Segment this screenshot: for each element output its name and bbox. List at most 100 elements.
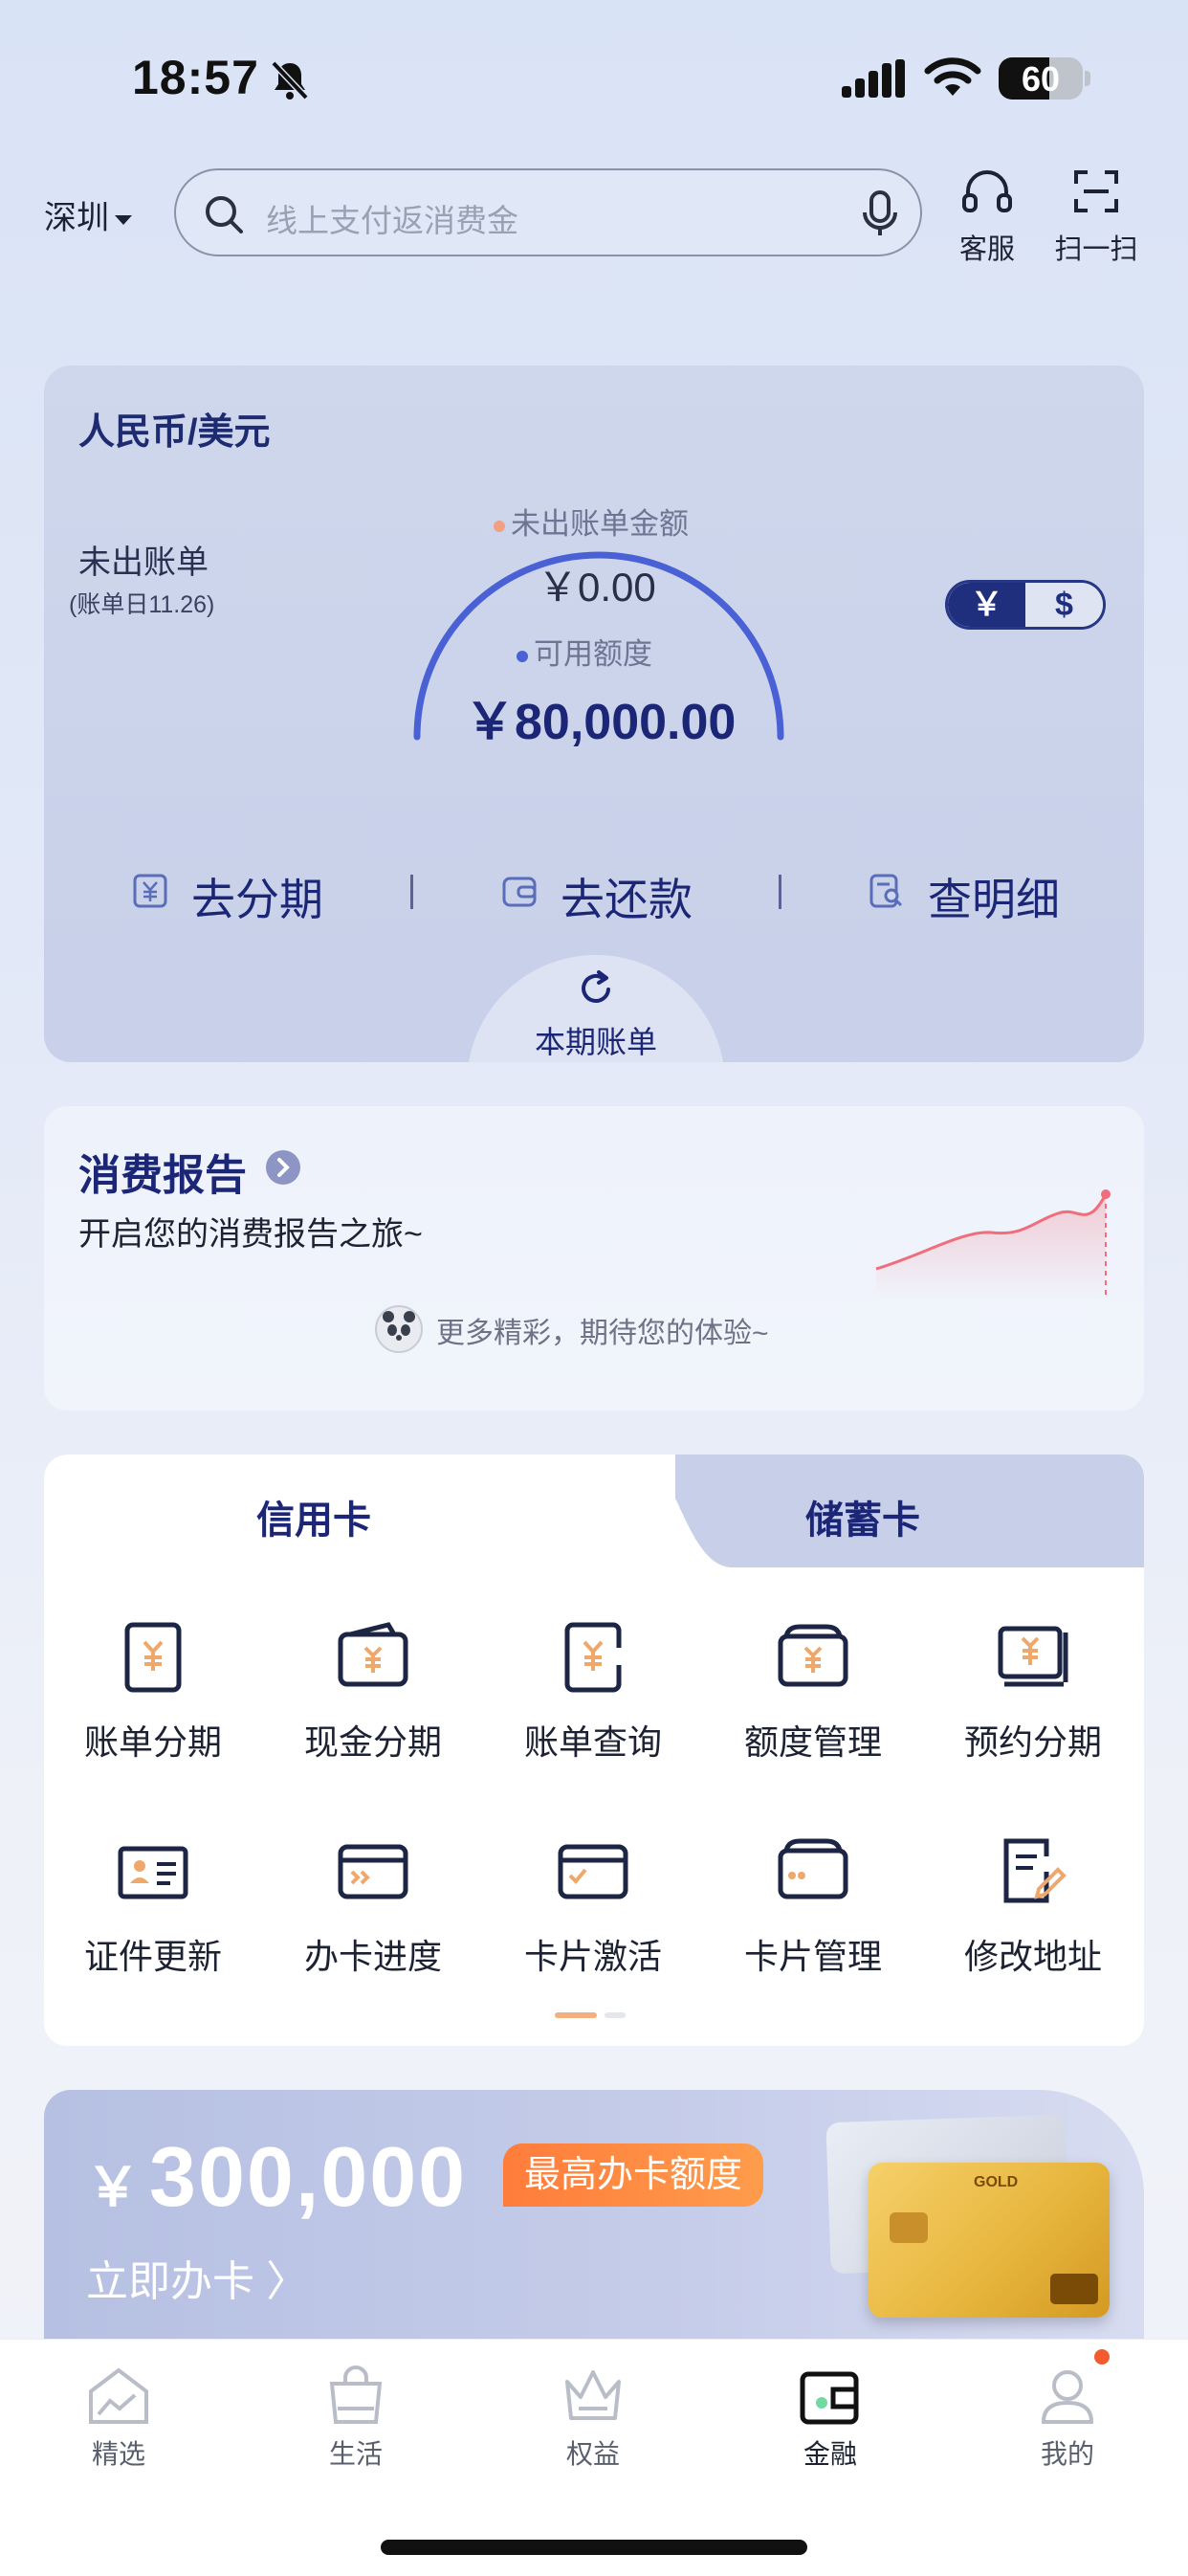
max-credit-tag: 最高办卡额度 bbox=[503, 2143, 764, 2207]
grid-label: 账单查询 bbox=[523, 1722, 662, 1762]
grid-label: 办卡进度 bbox=[303, 1937, 442, 1976]
nav-mine[interactable]: 我的 bbox=[1010, 2365, 1125, 2472]
nav-label: 精选 bbox=[91, 2439, 145, 2469]
bill-actions: 去分期 去还款 查明细 bbox=[44, 855, 1144, 924]
nav-life[interactable]: 生活 bbox=[298, 2365, 413, 2472]
home-icon bbox=[89, 2367, 148, 2424]
bill-query-icon bbox=[564, 1622, 623, 1693]
current-bill-label: 本期账单 bbox=[534, 1025, 657, 1059]
trend-sparkline bbox=[875, 1189, 1111, 1298]
installment-label: 去分期 bbox=[191, 875, 323, 924]
chevron-right-icon[interactable] bbox=[266, 1150, 300, 1185]
scan-button[interactable]: 扫一扫 bbox=[1048, 168, 1144, 267]
search-icon bbox=[206, 196, 243, 233]
nav-finance[interactable]: 金融 bbox=[773, 2365, 888, 2472]
details-label: 查明细 bbox=[928, 875, 1060, 924]
wifi-icon bbox=[924, 57, 981, 96]
wallet-icon bbox=[800, 2371, 859, 2425]
bill-panel: 人民币/美元 未出账单 (账单日11.26) 未出账单金额 ￥0.00 可用额度… bbox=[44, 366, 1144, 1062]
scan-icon bbox=[1074, 170, 1118, 212]
person-icon bbox=[1041, 2370, 1094, 2424]
status-time: 18:57 bbox=[132, 51, 259, 104]
refresh-icon bbox=[582, 970, 610, 1003]
grid-item-cash-installment[interactable]: 现金分期 bbox=[277, 1619, 469, 1765]
shopping-bag-icon bbox=[329, 2365, 383, 2424]
battery-level: 60 bbox=[1021, 59, 1061, 99]
installment-action[interactable]: 去分期 bbox=[132, 855, 362, 924]
bill-installment-icon bbox=[124, 1622, 182, 1693]
max-credit-value: 300,000 bbox=[149, 2129, 468, 2224]
nav-label: 金融 bbox=[803, 2439, 857, 2469]
grid-item-id-update[interactable]: 证件更新 bbox=[57, 1833, 249, 1979]
wallet-icon bbox=[502, 877, 537, 907]
unbilled-label: 未出账单 bbox=[78, 544, 209, 581]
notification-dot bbox=[1094, 2349, 1110, 2365]
menu-pager bbox=[555, 2006, 626, 2023]
gold-card-text: GOLD bbox=[974, 2174, 1019, 2190]
current-bill-button[interactable]: 本期账单 bbox=[467, 955, 725, 1062]
grid-item-bill-query[interactable]: 账单查询 bbox=[497, 1619, 689, 1765]
city-selector[interactable]: 深圳 bbox=[44, 191, 132, 238]
customer-service-button[interactable]: 客服 bbox=[939, 168, 1035, 267]
available-label: 可用额度 bbox=[517, 630, 652, 673]
microphone-icon[interactable] bbox=[861, 189, 899, 239]
panda-mascot-icon bbox=[375, 1305, 423, 1353]
grid-item-card-progress[interactable]: 办卡进度 bbox=[277, 1833, 469, 1979]
nav-featured[interactable]: 精选 bbox=[61, 2365, 176, 2472]
consumption-report-card[interactable]: 消费报告 开启您的消费报告之旅~ 更多精彩，期待您的体验~ bbox=[44, 1106, 1144, 1410]
grid-label: 卡片激活 bbox=[523, 1937, 662, 1976]
nav-label: 生活 bbox=[328, 2439, 383, 2469]
grid-label: 证件更新 bbox=[83, 1937, 222, 1976]
scan-label: 扫一扫 bbox=[1054, 234, 1138, 265]
apply-now-link[interactable]: 立即办卡 〉 bbox=[86, 2247, 308, 2308]
grid-label: 修改地址 bbox=[963, 1937, 1102, 1976]
toggle-cny[interactable]: ￥ bbox=[948, 583, 1025, 627]
bill-day: (账单日11.26) bbox=[69, 591, 215, 618]
details-action[interactable]: 查明细 bbox=[869, 855, 1098, 924]
repay-action[interactable]: 去还款 bbox=[501, 855, 731, 924]
apply-card-banner[interactable]: ￥ 300,000 最高办卡额度 立即办卡 〉 GOLD bbox=[44, 2090, 1144, 2339]
search-placeholder: 线上支付返消费金 bbox=[266, 203, 518, 238]
grid-item-reserve-installment[interactable]: 预约分期 bbox=[937, 1619, 1129, 1765]
grid-item-bill-installment[interactable]: 账单分期 bbox=[57, 1619, 249, 1765]
report-title: 消费报告 bbox=[78, 1152, 247, 1199]
customer-service-label: 客服 bbox=[958, 234, 1015, 265]
card-manage-icon bbox=[778, 1838, 848, 1899]
grid-item-card-manage[interactable]: 卡片管理 bbox=[717, 1833, 909, 1979]
mute-bell-icon bbox=[271, 60, 309, 100]
grid-item-edit-address[interactable]: 修改地址 bbox=[937, 1833, 1129, 1979]
search-bar[interactable]: 线上支付返消费金 bbox=[174, 168, 922, 256]
grid-item-card-activate[interactable]: 卡片激活 bbox=[497, 1833, 689, 1979]
tab-credit-card[interactable]: 信用卡 bbox=[256, 1489, 390, 1546]
nav-label: 我的 bbox=[1040, 2439, 1094, 2469]
currency-symbol: ￥ bbox=[86, 2157, 140, 2217]
toggle-usd[interactable]: $ bbox=[1025, 583, 1103, 627]
grid-item-limit-management[interactable]: 额度管理 bbox=[717, 1619, 909, 1765]
nav-benefits[interactable]: 权益 bbox=[536, 2365, 650, 2472]
grid-label: 账单分期 bbox=[83, 1722, 222, 1762]
unbilled-amount: ￥0.00 bbox=[538, 565, 656, 610]
home-indicator[interactable] bbox=[381, 2540, 807, 2555]
grid-label: 预约分期 bbox=[963, 1722, 1102, 1762]
repay-label: 去还款 bbox=[561, 875, 693, 924]
max-credit-amount: ￥ 300,000 bbox=[86, 2128, 467, 2226]
currency-label: 人民币/美元 bbox=[78, 412, 271, 453]
grid-label: 卡片管理 bbox=[743, 1937, 882, 1976]
id-card-icon bbox=[118, 1846, 188, 1899]
tab-debit-card[interactable]: 储蓄卡 bbox=[805, 1489, 920, 1544]
grid-label: 额度管理 bbox=[743, 1722, 882, 1762]
report-more-text: 更多精彩，期待您的体验~ bbox=[436, 1318, 769, 1349]
unbilled-amount-label: 未出账单金额 bbox=[494, 500, 689, 543]
tab-credit-card-label: 信用卡 bbox=[256, 1499, 371, 1542]
detail-search-icon bbox=[869, 874, 903, 908]
grid-label: 现金分期 bbox=[303, 1722, 442, 1762]
cash-installment-icon bbox=[338, 1622, 408, 1687]
yuan-doc-icon bbox=[133, 874, 167, 908]
card-services-menu: 信用卡 储蓄卡 账单分期 现金分期 账单查询 额度管理 预约分期 证件更新 办卡… bbox=[44, 1455, 1144, 2046]
nav-label: 权益 bbox=[565, 2439, 620, 2469]
currency-toggle[interactable]: ￥ $ bbox=[945, 580, 1106, 630]
status-bar: 18:57 60 bbox=[0, 0, 1188, 163]
signal-icon bbox=[842, 59, 905, 98]
report-subtitle: 开启您的消费报告之旅~ bbox=[78, 1216, 423, 1253]
battery-icon: 60 bbox=[999, 57, 1083, 100]
